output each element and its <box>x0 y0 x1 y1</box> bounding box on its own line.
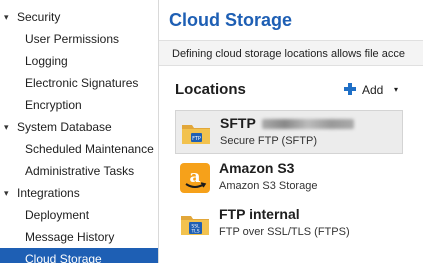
chevron-down-icon[interactable]: ▾ <box>4 182 9 204</box>
locations-panel: Locations Add ▾ FTP SFTP Secure FTP (SFT… <box>159 67 423 263</box>
location-name: FTP internal <box>219 206 300 222</box>
amazon-s3-icon: a <box>180 163 210 193</box>
page-title: Cloud Storage <box>169 10 293 30</box>
location-item-sftp[interactable]: FTP SFTP Secure FTP (SFTP) <box>175 110 403 154</box>
sidebar-group-security[interactable]: ▾ Security <box>0 6 158 28</box>
sidebar-item-label: Integrations <box>17 186 80 200</box>
dropdown-arrow-icon[interactable]: ▾ <box>394 80 398 100</box>
sidebar-item-administrative-tasks[interactable]: Administrative Tasks <box>0 160 158 182</box>
location-name: SFTP <box>220 115 354 131</box>
sidebar-item-message-history[interactable]: Message History <box>0 226 158 248</box>
location-type: Secure FTP (SFTP) <box>220 135 317 147</box>
settings-sidebar: ▾ Security User Permissions Logging Elec… <box>0 0 159 263</box>
svg-text:a: a <box>189 167 200 187</box>
sidebar-group-integrations[interactable]: ▾ Integrations <box>0 182 158 204</box>
sidebar-item-label: Logging <box>25 54 68 68</box>
location-type: Amazon S3 Storage <box>219 180 318 192</box>
sidebar-item-label: Message History <box>25 230 115 244</box>
sidebar-item-label: Electronic Signatures <box>25 76 139 90</box>
sidebar-item-label: Deployment <box>25 208 90 222</box>
sidebar-item-label: System Database <box>17 120 112 134</box>
page-description: Defining cloud storage locations allows … <box>159 40 423 66</box>
location-name: Amazon S3 <box>219 160 295 176</box>
chevron-down-icon[interactable]: ▾ <box>4 116 9 138</box>
sidebar-item-scheduled-maintenance[interactable]: Scheduled Maintenance <box>0 138 158 160</box>
location-item-ftp-internal[interactable]: SSL TLS FTP internal FTP over SSL/TLS (F… <box>175 202 403 246</box>
sidebar-item-label: Scheduled Maintenance <box>25 142 154 156</box>
sidebar-item-deployment[interactable]: Deployment <box>0 204 158 226</box>
add-location-button[interactable]: Add ▾ <box>342 80 402 100</box>
sidebar-item-label: User Permissions <box>25 32 120 46</box>
sidebar-item-label: Administrative Tasks <box>25 164 135 178</box>
sidebar-item-user-permissions[interactable]: User Permissions <box>0 28 158 50</box>
main-pane: Cloud Storage Defining cloud storage loc… <box>159 0 423 263</box>
sidebar-item-cloud-storage[interactable]: Cloud Storage <box>0 248 158 263</box>
sidebar-item-label: Encryption <box>25 98 82 112</box>
redacted-text <box>261 119 354 130</box>
plus-icon <box>344 83 356 95</box>
locations-heading: Locations <box>175 81 246 98</box>
sidebar-item-encryption[interactable]: Encryption <box>0 94 158 116</box>
sidebar-item-label: Cloud Storage <box>25 252 102 263</box>
sftp-folder-icon: FTP <box>182 125 210 144</box>
location-item-amazon-s3[interactable]: a Amazon S3 Amazon S3 Storage <box>175 156 403 200</box>
sidebar-item-electronic-signatures[interactable]: Electronic Signatures <box>0 72 158 94</box>
chevron-down-icon[interactable]: ▾ <box>4 6 9 28</box>
sidebar-item-label: Security <box>17 10 61 24</box>
sftp-icon-text: FTP <box>192 136 201 142</box>
sidebar-item-logging[interactable]: Logging <box>0 50 158 72</box>
tls-icon-text: TLS <box>190 229 199 235</box>
location-type: FTP over SSL/TLS (FTPS) <box>219 226 350 238</box>
add-button-label: Add <box>362 83 384 97</box>
ftps-folder-icon: SSL TLS <box>181 216 209 235</box>
sidebar-group-system-database[interactable]: ▾ System Database <box>0 116 158 138</box>
